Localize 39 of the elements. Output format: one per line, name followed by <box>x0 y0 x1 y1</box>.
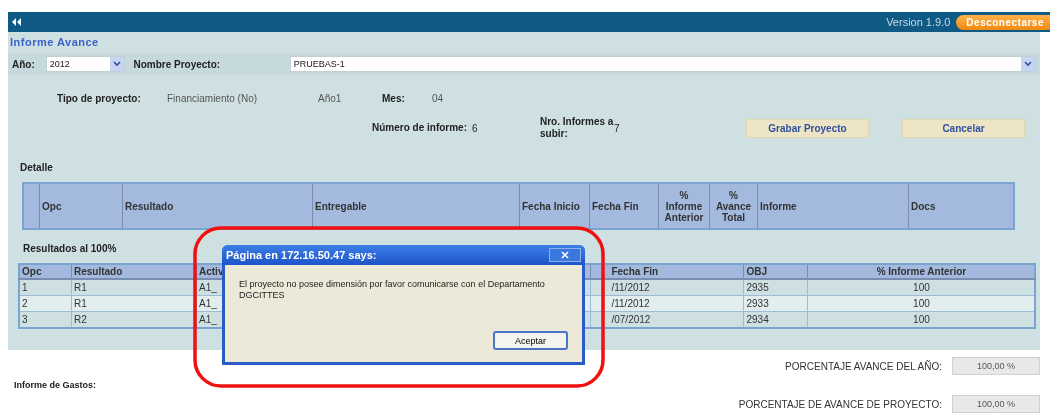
dialog-title: Página en 172.16.50.47 says: <box>226 249 378 261</box>
column-header: Entregable <box>312 183 520 229</box>
column-header: Fecha Fin <box>589 183 659 229</box>
report-number-value: 6 <box>472 122 479 134</box>
column-header: Docs <box>908 183 1014 229</box>
column-header: Opc <box>19 264 72 279</box>
project-type-value: Financiamiento (No) <box>167 92 259 104</box>
accept-button[interactable]: Aceptar <box>493 331 568 350</box>
year-select[interactable]: 2012 <box>45 56 126 72</box>
section-title: Informe de Gastos: <box>13 380 97 390</box>
dialog-message: El proyecto no posee dimensión por favor comunicarse con el Departamento DGCITTES <box>238 278 546 302</box>
month-label: Mes: <box>382 92 406 104</box>
total-field: 100,00 % <box>952 395 1040 413</box>
column-header: OBJ <box>743 264 808 279</box>
column-header: Opc <box>39 183 123 229</box>
total-label: PORCENTAJE AVANCE DEL AÑO: <box>785 360 942 372</box>
page-title: Informe Avance <box>9 36 100 48</box>
year-label: Año: <box>12 58 36 70</box>
reports-to-upload-label: Nro. Informes a subir: <box>540 116 614 140</box>
column-header: Informe <box>757 183 909 229</box>
project-type-label: Tipo de proyecto: <box>57 92 142 104</box>
total-label: PORCENTAJE DE AVANCE DE PROYECTO: <box>738 398 942 410</box>
column-header: % Avance Total <box>709 183 758 229</box>
total-field: 100,00 % <box>952 357 1040 375</box>
version-label: Version 1.9.0 <box>886 16 951 28</box>
save-project-button[interactable]: Grabar Proyecto <box>746 118 869 138</box>
column-header: Resultado <box>122 183 313 229</box>
column-header: Fecha Inicio <box>519 183 590 229</box>
column-header: % Informe Anterior <box>658 183 710 229</box>
report-number-label: Número de informe: <box>372 122 468 134</box>
project-select[interactable]: PRUEBAS-1 <box>289 56 1036 72</box>
month-value: 04 <box>432 92 444 104</box>
cancel-button[interactable]: Cancelar <box>902 118 1025 138</box>
reports-to-upload-value: 7 <box>614 122 621 134</box>
project-label: Nombre Proyecto: <box>133 58 222 70</box>
column-header: % Informe Anterior <box>807 264 1036 279</box>
year-text: Año1 <box>318 92 343 104</box>
section-title: Detalle <box>20 162 54 174</box>
column-header: Fecha Fin <box>590 264 744 279</box>
